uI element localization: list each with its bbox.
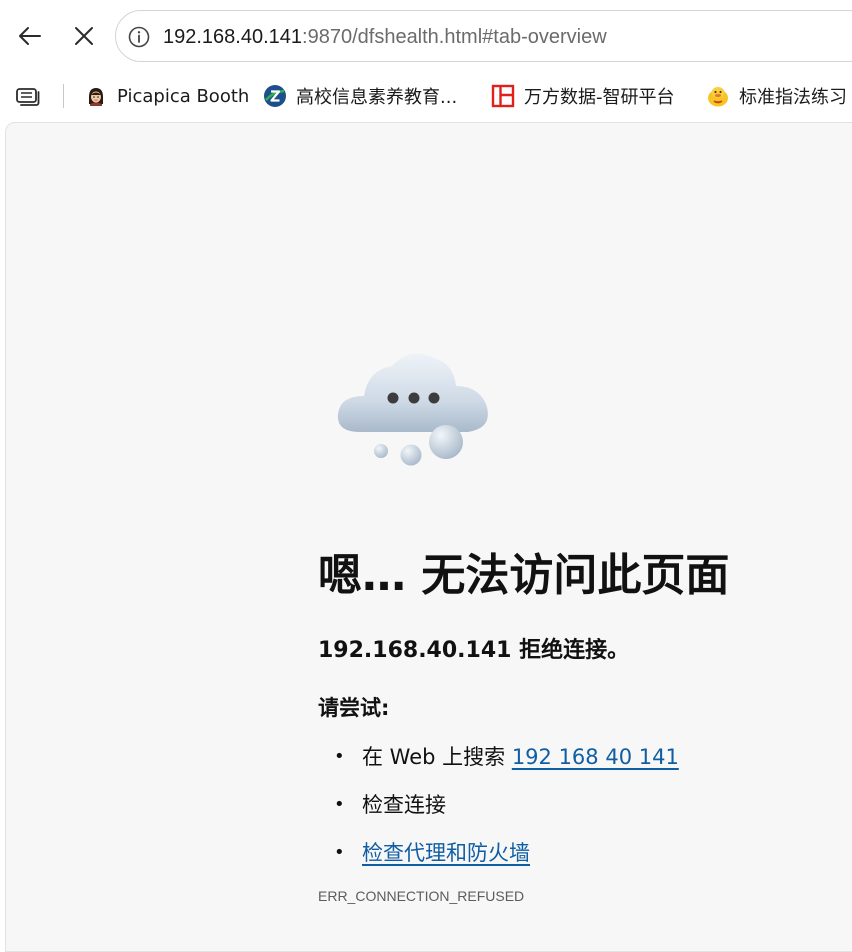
avatar-icon bbox=[84, 84, 108, 108]
duck-icon bbox=[706, 84, 730, 108]
bookmark-label: 高校信息素养教育... bbox=[296, 87, 458, 108]
try-label: 请尝试: bbox=[318, 696, 390, 720]
bookmarks-bar: Picapica Booth 高校信息素养教育... 万方数据-智研平台 标准指… bbox=[0, 72, 852, 120]
suggestion-list: • 在 Web 上搜索 192 168 40 141 • 检查连接 • 检查代理… bbox=[318, 743, 838, 867]
check-proxy-firewall-link[interactable]: 检查代理和防火墙 bbox=[362, 841, 530, 865]
suggestion-check-proxy: • 检查代理和防火墙 bbox=[318, 839, 838, 867]
page-title: 嗯… 无法访问此页面 bbox=[318, 550, 730, 601]
back-button[interactable] bbox=[8, 14, 52, 58]
suggestion-text: 检查连接 bbox=[362, 793, 446, 817]
stop-loading-button[interactable] bbox=[62, 14, 106, 58]
browser-toolbar: 192.168.40.141:9870/dfshealth.html#tab-o… bbox=[0, 0, 852, 72]
back-arrow-icon bbox=[19, 27, 41, 45]
url-host: 192.168.40.141 bbox=[163, 26, 303, 48]
collections-button[interactable] bbox=[14, 82, 42, 110]
bookmark-label: 万方数据-智研平台 bbox=[524, 87, 675, 108]
suggestion-search-web: • 在 Web 上搜索 192 168 40 141 bbox=[318, 743, 838, 771]
search-web-link[interactable]: 192 168 40 141 bbox=[512, 745, 679, 769]
close-icon bbox=[75, 27, 93, 45]
error-code: ERR_CONNECTION_REFUSED bbox=[318, 888, 525, 904]
cloud-icon bbox=[330, 344, 500, 478]
collections-icon bbox=[16, 88, 40, 106]
z-logo-icon bbox=[263, 84, 287, 108]
bookmark-picapica-booth[interactable]: Picapica Booth bbox=[84, 82, 249, 110]
bullet: • bbox=[334, 746, 345, 767]
url-text[interactable]: 192.168.40.141:9870/dfshealth.html#tab-o… bbox=[163, 25, 607, 49]
wanfang-logo-icon bbox=[491, 84, 515, 108]
bookmark-wanfang[interactable]: 万方数据-智研平台 bbox=[491, 82, 675, 110]
bullet: • bbox=[334, 842, 345, 863]
info-icon[interactable] bbox=[126, 24, 152, 50]
suggestion-check-connection: • 检查连接 bbox=[318, 791, 838, 819]
error-content: 嗯… 无法访问此页面 192.168.40.141 拒绝连接。 请尝试: • 在… bbox=[318, 548, 838, 905]
error-subtitle: 192.168.40.141 拒绝连接。 bbox=[318, 638, 630, 663]
bookmark-label: 标准指法练习 bbox=[739, 87, 847, 108]
bookmark-library-literacy[interactable]: 高校信息素养教育... bbox=[263, 82, 457, 110]
url-path: :9870/dfshealth.html#tab-overview bbox=[302, 26, 607, 48]
suggestion-prefix: 在 Web 上搜索 bbox=[362, 745, 512, 769]
bullet: • bbox=[334, 794, 345, 815]
bookmark-typing-practice[interactable]: 标准指法练习 bbox=[706, 82, 847, 110]
address-bar[interactable]: 192.168.40.141:9870/dfshealth.html#tab-o… bbox=[115, 10, 852, 62]
bookmark-label: Picapica Booth bbox=[117, 85, 250, 107]
bookmarks-separator bbox=[63, 84, 64, 108]
